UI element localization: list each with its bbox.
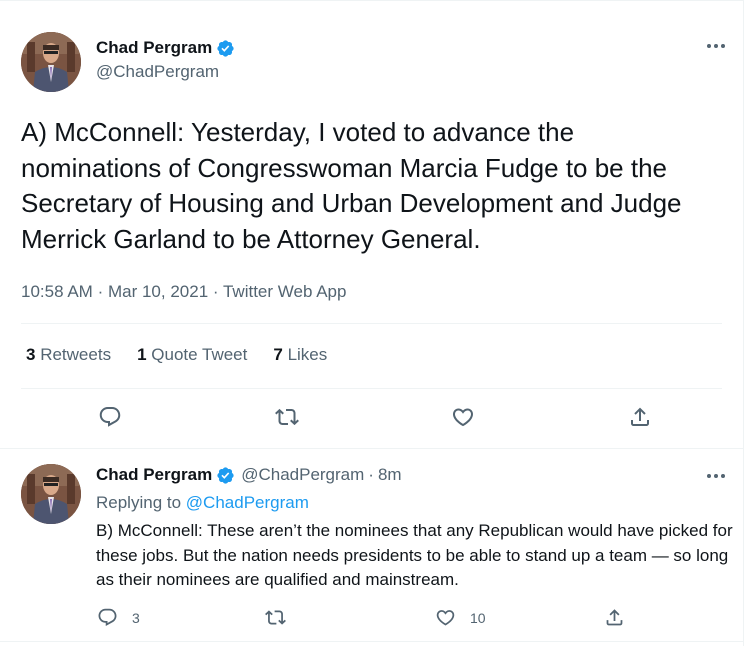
like-button[interactable] xyxy=(448,402,478,432)
tweet-source[interactable]: Twitter Web App xyxy=(223,282,346,301)
quote-label: Quote Tweet xyxy=(151,345,248,364)
reply-author-name[interactable]: Chad Pergram xyxy=(96,465,212,485)
author-row: Chad Pergram xyxy=(96,38,235,58)
retweet-icon xyxy=(275,408,299,426)
retweet-button[interactable] xyxy=(265,607,286,628)
reply-button[interactable]: 3 xyxy=(97,607,140,628)
tweet-thread: Chad Pergram @ChadPergram A) McConnell: … xyxy=(0,0,744,646)
reply-text: B) McConnell: These aren’t the nominees … xyxy=(96,521,733,589)
reply-author-row: Chad Pergram @ChadPergram · 8m xyxy=(96,465,402,485)
retweet-icon xyxy=(265,610,286,625)
divider xyxy=(0,641,743,642)
avatar-image xyxy=(21,464,81,524)
share-button[interactable] xyxy=(604,607,625,628)
like-button[interactable]: 10 xyxy=(435,607,486,628)
likes-label: Likes xyxy=(287,345,328,364)
like-count: 10 xyxy=(470,609,486,626)
divider xyxy=(21,388,722,389)
divider xyxy=(0,448,743,449)
replying-handle-link[interactable]: @ChadPergram xyxy=(186,493,309,512)
quote-count: 1 xyxy=(137,345,147,364)
reply-button[interactable] xyxy=(95,402,125,432)
meta-separator: · xyxy=(97,282,104,301)
tweet-stats: 3 Retweets 1 Quote Tweet 7 Likes xyxy=(26,345,327,365)
replying-label: Replying to xyxy=(96,493,182,512)
share-icon xyxy=(631,407,649,426)
tweet-text: A) McConnell: Yesterday, I voted to adva… xyxy=(21,117,682,254)
likes-stat[interactable]: 7 Likes xyxy=(273,345,327,365)
quote-tweets-stat[interactable]: 1 Quote Tweet xyxy=(137,345,247,365)
verified-badge-icon xyxy=(217,39,234,57)
tweet-meta: 10:58 AM · Mar 10, 2021 · Twitter Web Ap… xyxy=(21,282,346,302)
retweet-button[interactable] xyxy=(272,402,302,432)
share-button[interactable] xyxy=(625,402,655,432)
replying-to: Replying to @ChadPergram xyxy=(96,493,309,513)
author-name[interactable]: Chad Pergram xyxy=(96,38,212,58)
retweets-count: 3 xyxy=(26,345,36,364)
verified-badge-icon xyxy=(217,466,234,484)
retweets-stat[interactable]: 3 Retweets xyxy=(26,345,111,365)
more-icon[interactable] xyxy=(705,41,727,51)
tweet-date[interactable]: Mar 10, 2021 xyxy=(108,282,208,301)
avatar[interactable] xyxy=(21,32,81,92)
meta-separator: · xyxy=(212,282,219,301)
reply-icon xyxy=(99,407,121,427)
reply-count: 3 xyxy=(132,609,140,626)
more-icon[interactable] xyxy=(705,471,727,481)
share-icon xyxy=(606,609,623,626)
reply-avatar[interactable] xyxy=(21,464,81,524)
tweet-time[interactable]: 10:58 AM xyxy=(21,282,93,301)
divider xyxy=(21,323,722,324)
likes-count: 7 xyxy=(273,345,283,364)
retweets-label: Retweets xyxy=(40,345,112,364)
reply-author-handle[interactable]: @ChadPergram xyxy=(241,465,364,485)
author-handle[interactable]: @ChadPergram xyxy=(96,62,219,82)
reply-age[interactable]: 8m xyxy=(378,465,402,485)
meta-separator: · xyxy=(368,465,374,484)
reply-icon xyxy=(98,608,117,626)
like-icon xyxy=(452,408,474,427)
avatar-image xyxy=(21,32,81,92)
like-icon xyxy=(436,610,455,626)
